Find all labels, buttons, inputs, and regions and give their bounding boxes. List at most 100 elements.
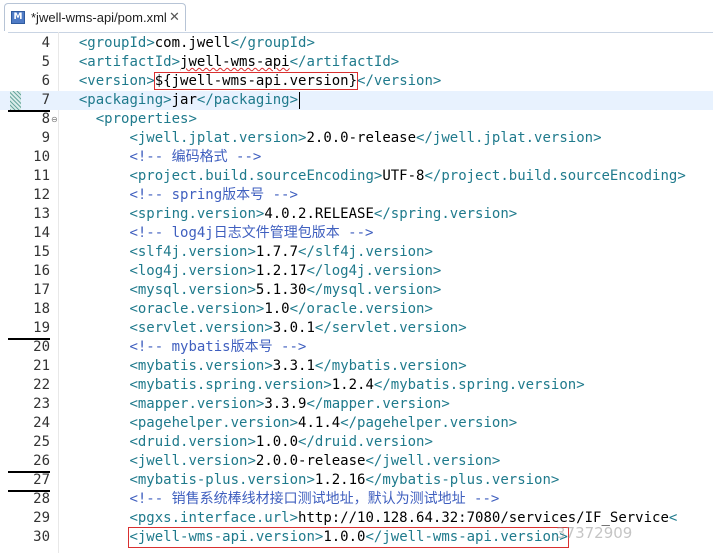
line-number: 7 [8, 91, 50, 112]
code-text: <!-- spring版本号 --> [129, 186, 297, 205]
code-text: <slf4j.version>1.7.7</slf4j.version> [129, 243, 432, 262]
code-text: <!-- 编码格式 --> [129, 148, 261, 167]
tag-bracket: > [289, 92, 299, 108]
code-line[interactable]: 19 <servlet.version>3.0.1</servlet.versio… [0, 319, 713, 340]
code-line[interactable]: 24 <pagehelper.version>4.1.4</pagehelper.… [0, 414, 713, 433]
tag-bracket: </ [340, 415, 358, 431]
tag-value: 3.3.1 [272, 358, 315, 374]
tag-bracket: </ [298, 434, 315, 450]
line-number: 6 [41, 73, 50, 89]
tag-value: ${jwell-wms-api.version} [153, 72, 359, 90]
code-text: <project.build.sourceEncoding>UTF-8</pro… [129, 167, 685, 186]
tag-bracket: </ [196, 92, 214, 108]
closing-tag: </project.build.sourceEncoding> [424, 168, 686, 184]
tag-bracket: </ [306, 396, 324, 412]
watermark: 37372909 [556, 524, 633, 542]
code-text: <druid.version>1.0.0</druid.version> [129, 433, 432, 452]
tag-bracket: > [424, 434, 433, 450]
code-text: <log4j.version>1.2.17</log4j.version> [129, 262, 441, 281]
code-line[interactable]: 12 <!-- spring版本号 --> [0, 186, 713, 205]
code-text: <packaging>jar</packaging> [79, 91, 301, 110]
tag-name: artifactId [87, 54, 172, 70]
code-line[interactable]: 5 <artifactId>jwell-wms-api</artifactId> [0, 53, 713, 72]
tag-bracket: < [129, 244, 138, 260]
tag-bracket: < [129, 453, 138, 469]
tag-bracket: > [247, 263, 256, 279]
tag-bracket: </ [289, 301, 307, 317]
code-line[interactable]: 17 <mysql.version>5.1.30</mysql.version> [0, 281, 713, 300]
code-line[interactable]: 27 <mybatis-plus.version>1.2.16</mybatis-… [0, 471, 713, 492]
line-number: 20 [33, 339, 50, 355]
code-line[interactable]: 28 <!-- 销售系统棒线材接口测试地址，默认为测试地址 --> [0, 490, 713, 509]
line-number: 30 [33, 529, 50, 545]
tag-name: groupId [87, 35, 147, 51]
code-line[interactable]: 6 <version>${jwell-wms-api.version}</vers… [0, 72, 713, 91]
code-line[interactable]: 7 <packaging>jar</packaging> [0, 91, 713, 112]
line-number: 11 [33, 168, 50, 184]
code-line[interactable]: 18 <oracle.version>1.0</oracle.version> [0, 300, 713, 319]
code-line[interactable]: 14 <!-- log4j日志文件管理包版本 --> [0, 224, 713, 243]
code-line[interactable]: 15 <slf4j.version>1.7.7</slf4j.version> [0, 243, 713, 262]
tag-bracket: < [129, 529, 138, 545]
code-line[interactable]: 11 <project.build.sourceEncoding>UTF-8</p… [0, 167, 713, 186]
code-line[interactable]: 20 <!-- mybatis版本号 --> [0, 338, 713, 357]
line-number: 18 [33, 301, 50, 317]
closing-tag-name: packaging [213, 92, 290, 108]
tag-value: 5.1.30 [255, 282, 307, 298]
code-line[interactable]: 9 <jwell.jplat.version>2.0.0-release</jwe… [0, 129, 713, 148]
comment-text: 编码格式 [171, 149, 228, 165]
closing-tag-name: version [373, 73, 433, 89]
tab-pom-xml[interactable]: M *jwell-wms-api/pom.xml ✕ [4, 3, 186, 31]
close-icon[interactable]: ✕ [169, 10, 180, 26]
code-line[interactable]: 25 <druid.version>1.0.0</druid.version> [0, 433, 713, 452]
code-text: <oracle.version>1.0</oracle.version> [129, 300, 433, 319]
line-number: 14 [33, 225, 50, 241]
comment-close: --> [272, 339, 307, 355]
code-line[interactable]: 4 <groupId>com.jwell</groupId> [0, 34, 713, 53]
tag-bracket: > [593, 130, 602, 146]
tag-name: pagehelper.version [137, 415, 290, 431]
tag-name: mapper.version [137, 396, 256, 412]
tag-bracket: > [390, 54, 400, 70]
line-number: 26 [8, 452, 50, 473]
fold-toggle-icon[interactable]: ⊖ [51, 116, 58, 124]
tag-name: druid.version [137, 434, 248, 450]
tag-name: version [87, 73, 147, 89]
tag-name: jwell-wms-api.version [137, 529, 315, 545]
code-line[interactable]: 23 <mapper.version>3.3.9</mapper.version> [0, 395, 713, 414]
tag-value: 4.1.4 [298, 415, 341, 431]
xml-editor[interactable]: 4 <groupId>com.jwell</groupId> 5 < artifactI… [0, 32, 713, 553]
tag-bracket: < [129, 320, 138, 336]
line-number: 5 [41, 54, 50, 70]
tag-bracket: > [576, 377, 585, 393]
tag-bracket: </ [298, 244, 315, 260]
code-line[interactable]: 26 <jwell.version>2.0.0-release</jwell.ve… [0, 452, 713, 473]
closing-tag-name: druid.version [314, 434, 425, 450]
line-number: 16 [33, 263, 50, 279]
closing-tag-name: mybatis.version [331, 358, 459, 374]
code-line[interactable]: 22 <mybatis.spring.version>1.2.4</mybatis… [0, 376, 713, 395]
tab-title: *jwell-wms-api/pom.xml [31, 10, 167, 25]
text-cursor [299, 91, 301, 109]
code-line[interactable]: 10 <!-- 编码格式 --> [0, 148, 713, 167]
code-line[interactable]: 21 <mybatis.version>3.3.1</mybatis.versio… [0, 357, 713, 376]
code-line[interactable]: 16 <log4j.version>1.2.17</log4j.version> [0, 262, 713, 281]
code-line[interactable]: 8 ⊖ <properties> [0, 110, 713, 129]
comment-text: 销售系统棒线材接口测试地址，默认为测试地址 [171, 491, 466, 507]
tag-name: spring.version [137, 206, 256, 222]
closing-tag-name: mapper.version [323, 396, 442, 412]
tag-value: 1.2.17 [255, 263, 307, 279]
tag-bracket: < [129, 415, 138, 431]
tag-value: jar [171, 92, 197, 108]
tag-bracket: > [491, 453, 501, 469]
tag-name: jwell.version [137, 453, 248, 469]
tag-bracket: > [458, 320, 467, 336]
tag-bracket: < [129, 301, 138, 317]
closing-tag-name: slf4j.version [314, 244, 425, 260]
tag-name: project.build.sourceEncoding [137, 168, 374, 184]
tag-value: 4.0.2.RELEASE [264, 206, 374, 222]
tag-value: 1.2.4 [331, 377, 374, 393]
tag-bracket: > [424, 301, 433, 317]
code-line[interactable]: 13 <spring.version>4.0.2.RELEASE</spring.… [0, 205, 713, 224]
tag-name: servlet.version [137, 320, 265, 336]
